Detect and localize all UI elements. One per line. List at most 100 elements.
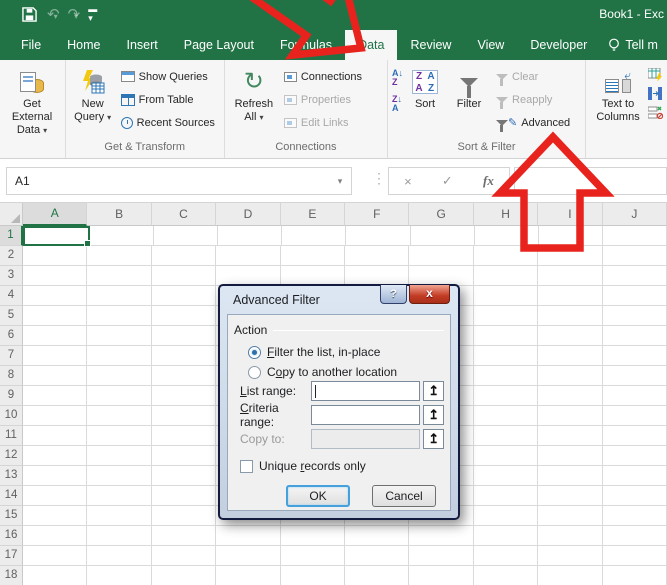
cell-C4[interactable] [152,286,216,306]
tab-review[interactable]: Review [397,30,464,60]
cell-I12[interactable] [538,446,602,466]
cell-G1[interactable] [411,226,475,246]
cancel-button[interactable]: Cancel [372,485,436,507]
cell-C6[interactable] [152,326,216,346]
undo-icon[interactable]: ↶▾ [47,7,58,22]
cell-A10[interactable] [23,406,87,426]
row-header-16[interactable]: 16 [0,526,23,546]
formula-input[interactable] [514,167,667,195]
cell-H15[interactable] [474,506,538,526]
cell-G3[interactable] [409,266,473,286]
cell-H18[interactable] [474,566,538,585]
row-header-15[interactable]: 15 [0,506,23,526]
cell-J5[interactable] [603,306,667,326]
cell-F2[interactable] [345,246,409,266]
list-range-picker-button[interactable]: ↥ [423,381,444,401]
cell-B12[interactable] [87,446,151,466]
redo-icon[interactable]: ↷▾ [68,7,79,22]
cell-H5[interactable] [474,306,538,326]
select-all-corner[interactable] [0,203,23,226]
column-header-J[interactable]: J [603,203,667,226]
cell-B6[interactable] [87,326,151,346]
tab-insert[interactable]: Insert [114,30,171,60]
cell-J6[interactable] [603,326,667,346]
cell-H2[interactable] [474,246,538,266]
radio-copy-to-location[interactable]: Copy to another location [248,365,397,379]
cell-C2[interactable] [152,246,216,266]
formula-bar-splitter[interactable]: ⋮ [372,170,387,187]
cell-A13[interactable] [23,466,87,486]
edit-links-button[interactable]: Edit Links [281,111,365,134]
cell-E17[interactable] [281,546,345,566]
filter-button[interactable]: Filter [447,63,491,111]
criteria-range-input[interactable] [311,405,421,425]
cell-D18[interactable] [216,566,280,585]
checkbox-icon[interactable] [240,460,253,473]
cell-B2[interactable] [87,246,151,266]
cell-B16[interactable] [87,526,151,546]
cell-A16[interactable] [23,526,87,546]
cell-E16[interactable] [281,526,345,546]
cell-H3[interactable] [474,266,538,286]
cell-I1[interactable] [539,226,603,246]
cell-H17[interactable] [474,546,538,566]
cell-C8[interactable] [152,366,216,386]
tab-page-layout[interactable]: Page Layout [171,30,267,60]
cell-B3[interactable] [87,266,151,286]
cell-D1[interactable] [218,226,282,246]
cell-C18[interactable] [152,566,216,585]
cell-D16[interactable] [216,526,280,546]
cell-B7[interactable] [87,346,151,366]
tab-developer[interactable]: Developer [517,30,600,60]
cell-A1[interactable] [23,226,90,246]
cell-J17[interactable] [603,546,667,566]
cell-A14[interactable] [23,486,87,506]
cell-D17[interactable] [216,546,280,566]
cell-J3[interactable] [603,266,667,286]
column-header-B[interactable]: B [87,203,151,226]
cell-D2[interactable] [216,246,280,266]
column-header-D[interactable]: D [216,203,280,226]
column-header-I[interactable]: I [538,203,602,226]
row-header-3[interactable]: 3 [0,266,23,286]
properties-button[interactable]: Properties [281,88,365,111]
cell-E2[interactable] [281,246,345,266]
cell-E3[interactable] [281,266,345,286]
row-header-18[interactable]: 18 [0,566,23,585]
tab-data[interactable]: Data [345,30,397,60]
data-validation-icon[interactable] [648,106,663,119]
from-table-button[interactable]: From Table [118,88,218,111]
cell-I17[interactable] [538,546,602,566]
cell-C16[interactable] [152,526,216,546]
cell-B13[interactable] [87,466,151,486]
tell-me-box[interactable]: Tell m [600,30,666,60]
sort-z-to-a-button[interactable]: Z↓A [392,95,403,113]
cell-H12[interactable] [474,446,538,466]
tab-file[interactable]: File [8,30,54,60]
cell-G16[interactable] [409,526,473,546]
cell-I18[interactable] [538,566,602,585]
cell-I7[interactable] [538,346,602,366]
cell-H14[interactable] [474,486,538,506]
cell-F16[interactable] [345,526,409,546]
ok-button[interactable]: OK [286,485,350,507]
cell-J1[interactable] [603,226,667,246]
cell-H9[interactable] [474,386,538,406]
dialog-close-button[interactable]: x [409,285,450,304]
cell-H8[interactable] [474,366,538,386]
cell-C13[interactable] [152,466,216,486]
cell-A4[interactable] [23,286,87,306]
cell-D3[interactable] [216,266,280,286]
cell-H10[interactable] [474,406,538,426]
cell-A6[interactable] [23,326,87,346]
row-header-2[interactable]: 2 [0,246,23,266]
cell-I5[interactable] [538,306,602,326]
cell-H16[interactable] [474,526,538,546]
row-header-1[interactable]: 1 [0,226,23,246]
cell-J14[interactable] [603,486,667,506]
cell-A2[interactable] [23,246,87,266]
cell-B18[interactable] [87,566,151,585]
cell-A3[interactable] [23,266,87,286]
cell-J13[interactable] [603,466,667,486]
get-external-data-button[interactable]: Get External Data ▾ [4,63,60,137]
